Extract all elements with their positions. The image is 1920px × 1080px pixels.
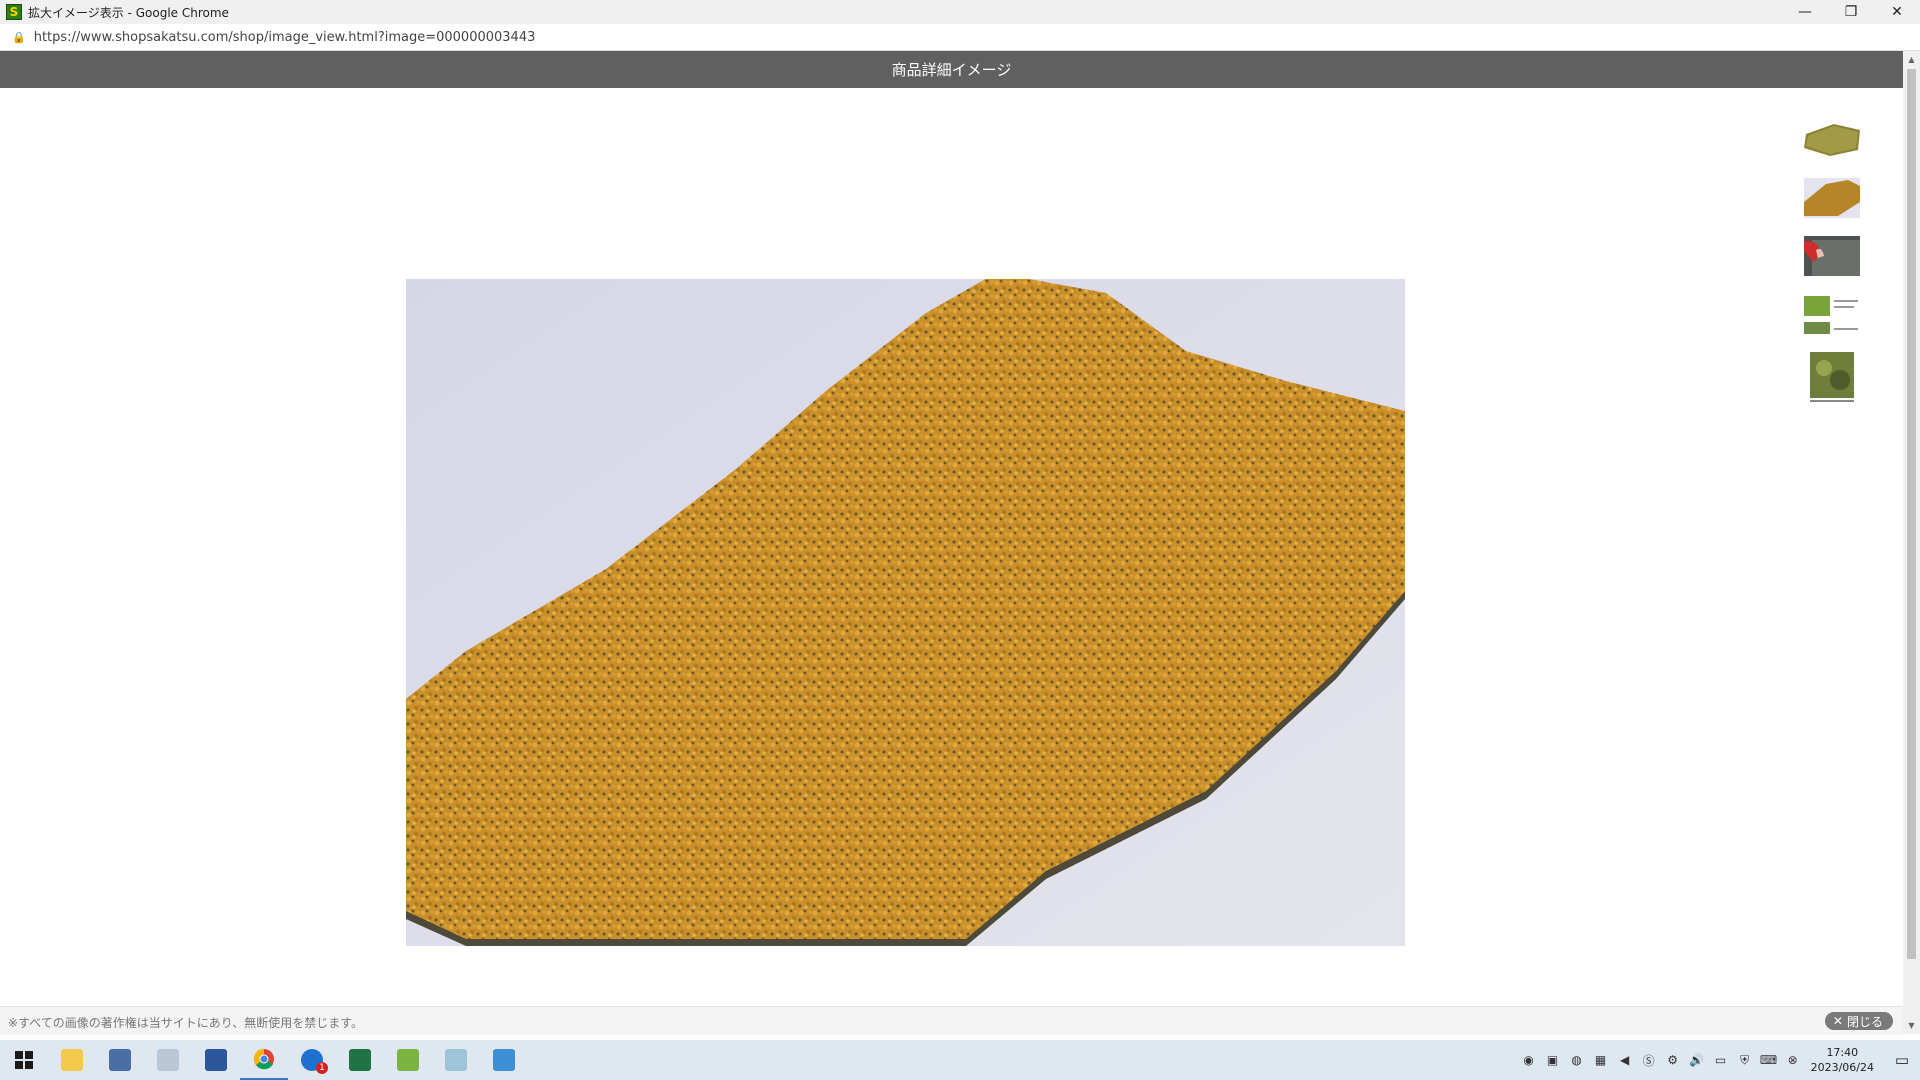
ime-icon[interactable]: ⊗ bbox=[1783, 1052, 1803, 1068]
grass-mat-yellow-icon bbox=[1804, 178, 1860, 218]
chrome-button[interactable] bbox=[240, 1040, 288, 1080]
thumbnail-5[interactable] bbox=[1804, 352, 1860, 406]
page-footer: ※すべての画像の著作権は当サイトにあり、無断使用を禁じます。 ✕ 閉じる bbox=[0, 1006, 1903, 1035]
excel-icon bbox=[349, 1049, 371, 1071]
keyboard-icon[interactable]: ⌨ bbox=[1759, 1052, 1779, 1068]
thumbnail-1[interactable] bbox=[1804, 120, 1860, 160]
tray-meet-icon[interactable]: ▣ bbox=[1543, 1052, 1563, 1068]
close-icon: ✕ bbox=[1832, 1014, 1843, 1028]
thumbnail-4[interactable] bbox=[1804, 294, 1860, 334]
security-icon[interactable]: ⛨ bbox=[1735, 1052, 1755, 1068]
windows-start-icon bbox=[15, 1051, 33, 1069]
mail-badge: 1 bbox=[316, 1062, 328, 1074]
remote-desktop-button[interactable] bbox=[480, 1040, 528, 1080]
paint-button[interactable] bbox=[144, 1040, 192, 1080]
clock-date: 2023/06/24 bbox=[1810, 1061, 1874, 1074]
file-explorer-icon bbox=[61, 1049, 83, 1071]
notification-center-icon[interactable]: ▭ bbox=[1884, 1051, 1920, 1069]
window-controls: — ❐ ✕ bbox=[1782, 0, 1920, 24]
system-tray: ◉ ▣ ◍ ▦ ◀ Ⓢ ⚙ 🔊 ▭ ⛨ ⌨ ⊗ 17:40 2023/06/24… bbox=[1517, 1040, 1920, 1080]
notes-button[interactable] bbox=[432, 1040, 480, 1080]
minimize-button[interactable]: — bbox=[1782, 0, 1828, 24]
copyright-notice: ※すべての画像の著作権は当サイトにあり、無断使用を禁じます。 bbox=[8, 1016, 364, 1030]
diorama-icon bbox=[1804, 352, 1860, 406]
grass-mat-olive-icon bbox=[1804, 120, 1860, 160]
calculator-button[interactable] bbox=[96, 1040, 144, 1080]
app-button[interactable] bbox=[384, 1040, 432, 1080]
taskbar-clock[interactable]: 17:40 2023/06/24 bbox=[1811, 1045, 1874, 1075]
grass-mat-photo-icon bbox=[406, 279, 1405, 946]
file-explorer-button[interactable] bbox=[48, 1040, 96, 1080]
tray-skype-icon[interactable]: Ⓢ bbox=[1639, 1052, 1659, 1068]
volume-icon[interactable]: 🔊 bbox=[1687, 1052, 1707, 1068]
calculator-icon bbox=[109, 1049, 131, 1071]
window-title-bar: S 拡大イメージ表示 - Google Chrome — ❐ ✕ bbox=[0, 0, 1920, 24]
restore-button[interactable]: ❐ bbox=[1828, 0, 1874, 24]
thumbnail-2[interactable] bbox=[1804, 178, 1860, 218]
close-button[interactable]: ✕ 閉じる bbox=[1824, 1012, 1893, 1030]
paint-icon bbox=[157, 1049, 179, 1071]
word-icon bbox=[205, 1049, 227, 1071]
remote-desktop-icon bbox=[493, 1049, 515, 1071]
app-icon bbox=[397, 1049, 419, 1071]
start-button[interactable] bbox=[0, 1040, 48, 1080]
chrome-icon bbox=[254, 1049, 274, 1070]
url-text[interactable]: https://www.shopsakatsu.com/shop/image_v… bbox=[34, 30, 536, 45]
scroll-down-arrow-icon[interactable]: ▼ bbox=[1907, 1021, 1916, 1030]
thumbnail-3[interactable] bbox=[1804, 236, 1860, 276]
grass-mat-hand-icon bbox=[1804, 236, 1860, 276]
address-bar[interactable]: 🔒 https://www.shopsakatsu.com/shop/image… bbox=[0, 24, 1920, 51]
thumbnail-list bbox=[1802, 120, 1862, 424]
scroll-up-arrow-icon[interactable]: ▲ bbox=[1907, 55, 1916, 64]
lock-icon[interactable]: 🔒 bbox=[12, 31, 26, 44]
scrollbar-thumb[interactable] bbox=[1907, 69, 1916, 959]
main-product-image bbox=[406, 279, 1405, 946]
tray-speaker-app-icon[interactable]: ◀ bbox=[1615, 1052, 1635, 1068]
excel-button[interactable] bbox=[336, 1040, 384, 1080]
tray-settings-icon[interactable]: ⚙ bbox=[1663, 1052, 1683, 1068]
thunderbird-button[interactable]: 1 bbox=[288, 1040, 336, 1080]
notes-icon bbox=[445, 1049, 467, 1071]
clock-time: 17:40 bbox=[1826, 1046, 1859, 1059]
page-header: 商品詳細イメージ bbox=[0, 51, 1903, 88]
windows-taskbar: 1 ◉ ▣ ◍ ▦ ◀ Ⓢ ⚙ 🔊 ▭ ⛨ ⌨ ⊗ 17:40 2023/06/… bbox=[0, 1040, 1920, 1080]
window-title: 拡大イメージ表示 - Google Chrome bbox=[28, 5, 229, 20]
close-label: 閉じる bbox=[1846, 1014, 1883, 1029]
page-title: 商品詳細イメージ bbox=[891, 61, 1012, 79]
close-window-button[interactable]: ✕ bbox=[1874, 0, 1920, 24]
tray-chrome-icon[interactable]: ◍ bbox=[1567, 1052, 1587, 1068]
vertical-scrollbar[interactable]: ▲ ▼ bbox=[1903, 51, 1920, 1034]
word-button[interactable] bbox=[192, 1040, 240, 1080]
instructions-icon bbox=[1804, 294, 1860, 334]
network-icon[interactable]: ▭ bbox=[1711, 1052, 1731, 1068]
tray-edge-icon[interactable]: ◉ bbox=[1519, 1052, 1539, 1068]
site-favicon-icon: S bbox=[6, 4, 22, 20]
tray-network-app-icon[interactable]: ▦ bbox=[1591, 1052, 1611, 1068]
